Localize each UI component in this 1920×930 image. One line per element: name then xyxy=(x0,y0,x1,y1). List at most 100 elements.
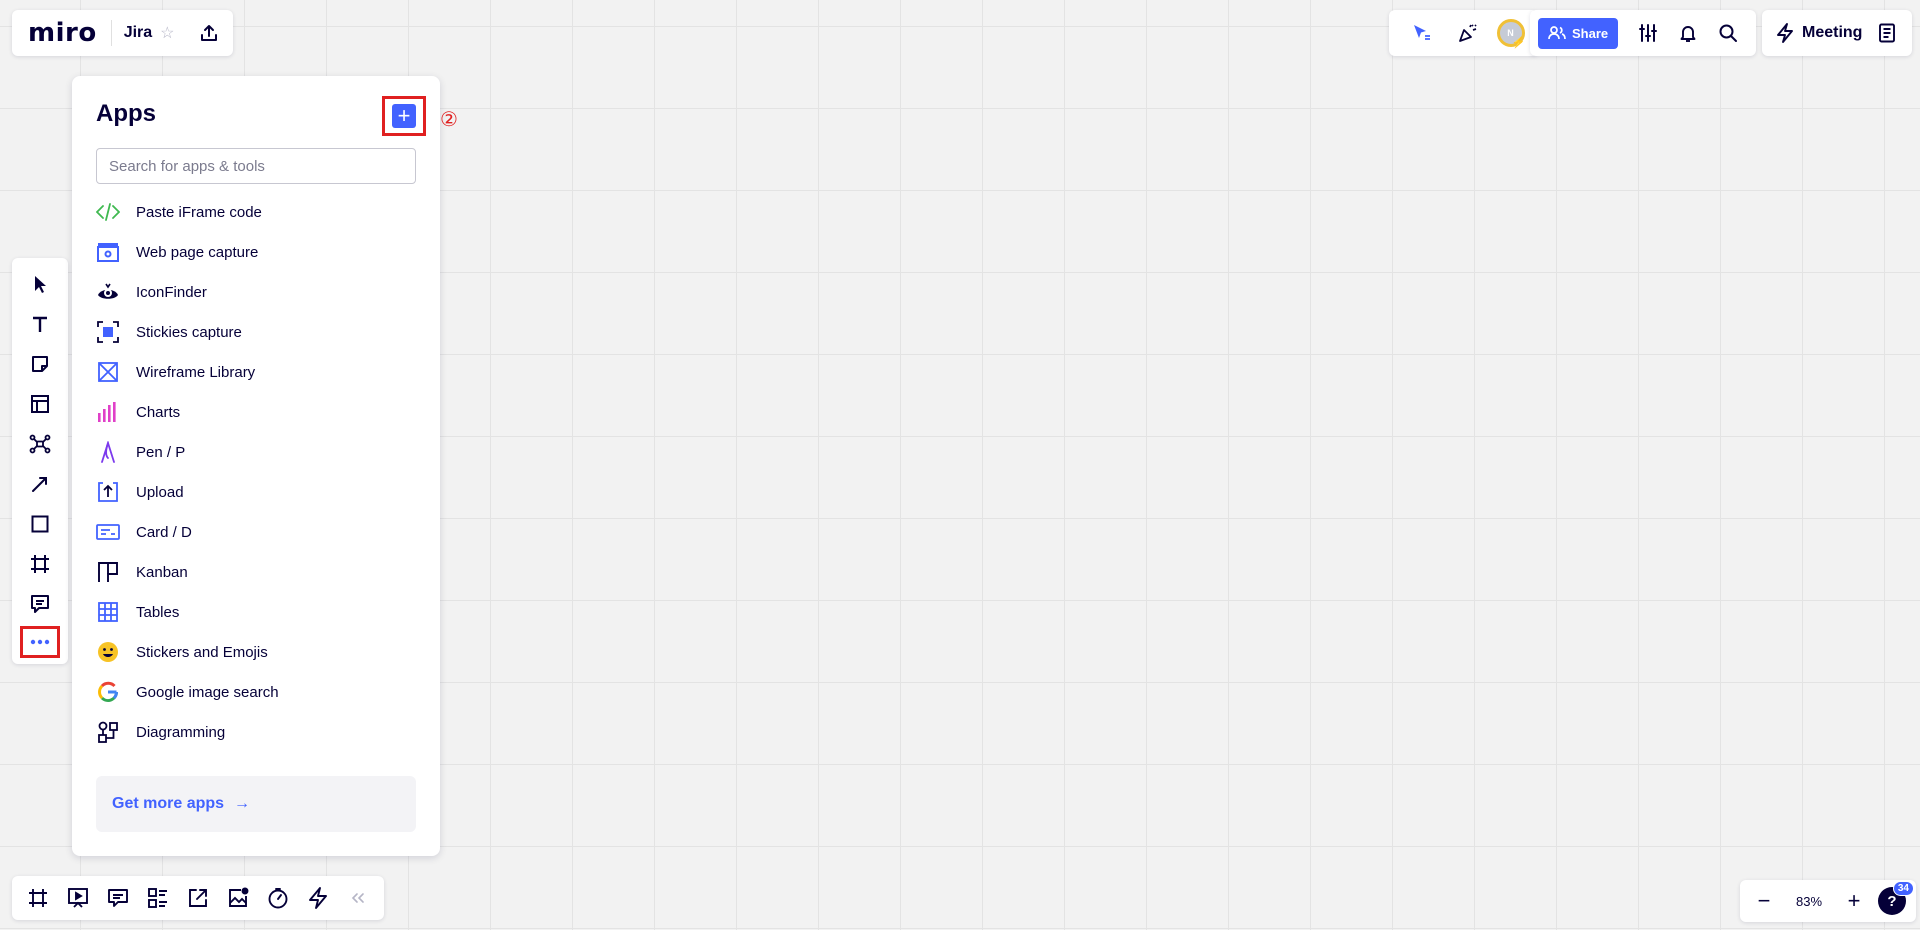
select-icon[interactable] xyxy=(20,264,60,304)
notes-icon[interactable] xyxy=(1872,15,1902,51)
frames-icon[interactable] xyxy=(18,878,58,918)
notification-count-badge: 34 xyxy=(1892,881,1914,896)
app-item-iconfinder[interactable]: IconFinder xyxy=(96,272,416,312)
help-icon: ? xyxy=(1887,892,1897,910)
share-toolbar: Share xyxy=(1530,10,1757,56)
app-label: Card / D xyxy=(136,523,192,541)
arrow-right-icon: → xyxy=(234,795,251,812)
apps-search-input[interactable] xyxy=(96,148,416,184)
app-item-wireframe-library[interactable]: Wireframe Library xyxy=(96,352,416,392)
charts-icon xyxy=(96,400,120,424)
kanban-icon xyxy=(96,560,120,584)
app-label: Kanban xyxy=(136,563,188,581)
upload-icon xyxy=(96,480,120,504)
collaboration-bar: N ⚡ xyxy=(1389,10,1538,56)
template-icon[interactable] xyxy=(20,384,60,424)
code-icon xyxy=(96,200,120,224)
star-icon[interactable]: ☆ xyxy=(160,23,174,43)
cursor-follow-icon[interactable] xyxy=(1403,15,1439,51)
app-label: Web page capture xyxy=(136,243,259,261)
app-item-pen[interactable]: Pen / P xyxy=(96,432,416,472)
app-item-kanban[interactable]: Kanban xyxy=(96,552,416,592)
get-more-apps-button[interactable]: Get more apps → xyxy=(96,776,416,832)
text-icon[interactable] xyxy=(20,304,60,344)
bell-icon[interactable] xyxy=(1668,15,1708,51)
google-icon xyxy=(96,680,120,704)
apps-list: Paste iFrame code Web page capture IconF… xyxy=(96,192,416,752)
export-icon[interactable] xyxy=(191,15,227,51)
app-label: Charts xyxy=(136,403,181,421)
zoom-controls: − 83% + ? 34 xyxy=(1740,880,1916,922)
creation-toolbar xyxy=(12,258,68,664)
app-label: Paste iFrame code xyxy=(136,203,262,221)
app-label: Tables xyxy=(136,603,180,621)
user-avatar[interactable]: N ⚡ xyxy=(1496,19,1526,49)
board-name[interactable]: Jira xyxy=(124,24,152,42)
stickies-capture-icon xyxy=(96,320,120,344)
lightning-icon[interactable] xyxy=(298,878,338,918)
share-screen-icon[interactable] xyxy=(178,878,218,918)
iconfinder-icon xyxy=(96,280,120,304)
zoom-level[interactable]: 83% xyxy=(1788,894,1830,909)
diagramming-icon xyxy=(96,720,120,744)
apps-panel-title: Apps xyxy=(96,100,156,127)
tables-icon xyxy=(96,600,120,624)
lightning-badge-icon: ⚡ xyxy=(1511,37,1526,49)
app-item-stickies-capture[interactable]: Stickies capture xyxy=(96,312,416,352)
lightning-icon[interactable] xyxy=(1776,23,1794,43)
sticky-note-icon[interactable] xyxy=(20,344,60,384)
app-item-paste-iframe[interactable]: Paste iFrame code xyxy=(96,192,416,232)
app-item-tables[interactable]: Tables xyxy=(96,592,416,632)
miro-logo[interactable]: miro xyxy=(28,18,97,48)
zoom-out-button[interactable]: − xyxy=(1750,883,1778,919)
help-button[interactable]: ? 34 xyxy=(1878,881,1914,915)
meeting-button[interactable]: Meeting xyxy=(1802,24,1862,42)
app-item-card[interactable]: Card / D xyxy=(96,512,416,552)
card-view-icon[interactable] xyxy=(138,878,178,918)
frame-icon[interactable] xyxy=(20,544,60,584)
app-item-stickers-emojis[interactable]: Stickers and Emojis xyxy=(96,632,416,672)
timer-icon[interactable] xyxy=(258,878,298,918)
share-label: Share xyxy=(1572,25,1609,41)
zoom-in-button[interactable]: + xyxy=(1840,883,1868,919)
add-app-highlight: + xyxy=(382,96,426,136)
app-label: Stickers and Emojis xyxy=(136,643,268,661)
celebrate-icon[interactable] xyxy=(1450,15,1486,51)
app-item-diagramming[interactable]: Diagramming xyxy=(96,712,416,752)
app-label: Upload xyxy=(136,483,184,501)
meeting-toolbar: Meeting xyxy=(1762,10,1913,56)
app-item-charts[interactable]: Charts xyxy=(96,392,416,432)
wireframe-icon xyxy=(96,360,120,384)
get-more-apps-label: Get more apps xyxy=(112,795,225,812)
app-label: Stickies capture xyxy=(136,323,242,341)
emoji-icon xyxy=(96,640,120,664)
presentation-icon[interactable] xyxy=(58,878,98,918)
image-icon[interactable] xyxy=(218,878,258,918)
collapse-icon[interactable] xyxy=(338,878,378,918)
apps-panel: Apps + Paste iFrame code Web page captur… xyxy=(72,76,440,856)
app-item-google-image-search[interactable]: Google image search xyxy=(96,672,416,712)
shape-icon[interactable] xyxy=(20,504,60,544)
bottom-toolbar xyxy=(12,876,384,920)
board-header: miro Jira ☆ xyxy=(12,10,233,56)
card-icon xyxy=(96,520,120,544)
settings-sliders-icon[interactable] xyxy=(1628,15,1668,51)
app-label: Wireframe Library xyxy=(136,363,256,381)
mind-map-icon[interactable] xyxy=(20,424,60,464)
line-icon[interactable] xyxy=(20,464,60,504)
app-label: Google image search xyxy=(136,683,279,701)
pen-icon xyxy=(96,440,120,464)
comment-icon[interactable] xyxy=(20,584,60,624)
comments-icon[interactable] xyxy=(98,878,138,918)
web-capture-icon xyxy=(96,240,120,264)
more-icon[interactable] xyxy=(20,626,60,658)
search-icon[interactable] xyxy=(1708,15,1748,51)
annotation-marker-2: ② xyxy=(440,109,458,131)
app-item-upload[interactable]: Upload xyxy=(96,472,416,512)
app-label: IconFinder xyxy=(136,283,207,301)
divider xyxy=(110,20,112,46)
app-label: Pen / P xyxy=(136,443,186,461)
app-item-web-page-capture[interactable]: Web page capture xyxy=(96,232,416,272)
add-app-button[interactable]: + xyxy=(392,104,416,128)
share-button[interactable]: Share xyxy=(1538,17,1619,49)
